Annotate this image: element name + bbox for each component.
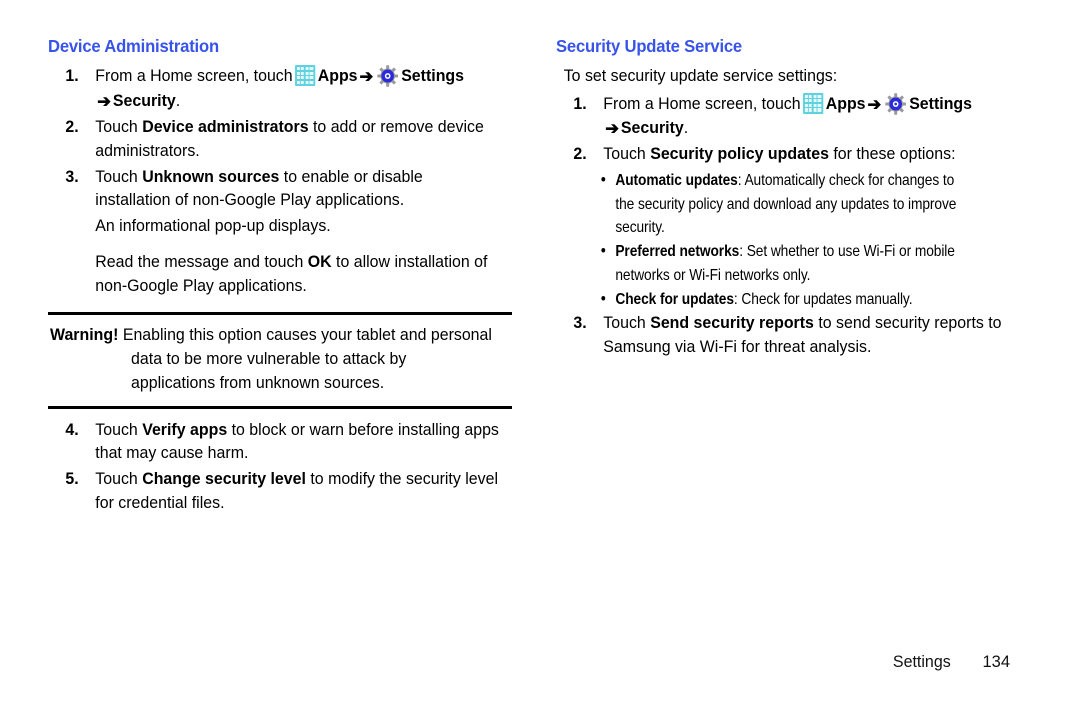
step-item: 2. Touch Device administrators to add or…: [48, 116, 502, 164]
period: .: [175, 91, 181, 110]
warning-callout: Warning! Enabling this option causes you…: [48, 312, 512, 409]
bullet-dot-icon: •: [600, 241, 606, 261]
step-bold-term: Unknown sources: [142, 167, 280, 186]
step-note-read-message: Read the message and touch OK to allow i…: [48, 251, 502, 299]
left-column: Device Administration 1. From a Home scr…: [48, 36, 518, 518]
option-description: : Check for updates manually.: [733, 291, 913, 309]
step-item: 3. Touch Send security reports to send s…: [556, 312, 1008, 360]
step-number: 4.: [65, 420, 79, 439]
page-title-security-update-service: Security Update Service: [556, 36, 742, 56]
step-text: From a Home screen, touch: [95, 67, 293, 86]
settings-label: Settings: [909, 94, 973, 113]
step-text: From a Home screen, touch: [603, 94, 801, 113]
option-name: Preferred networks: [615, 243, 740, 261]
manual-page: Device Administration 1. From a Home scr…: [0, 0, 1080, 720]
section-intro: To set security update service settings:: [563, 67, 838, 86]
apps-label: Apps: [317, 67, 358, 86]
right-arrow-icon: ➔: [605, 119, 619, 139]
step-body: Touch Verify apps to block or warn befor…: [95, 419, 501, 467]
right-arrow-icon: ➔: [359, 67, 374, 87]
step-item: 1. From a Home screen, touch Apps ➔ Sett…: [48, 65, 502, 114]
step-item: 1. From a Home screen, touch Apps ➔ Sett…: [556, 92, 1008, 142]
right-arrow-icon: ➔: [867, 94, 882, 114]
step-number: 5.: [65, 470, 79, 489]
bullet-dot-icon: •: [600, 170, 606, 190]
step-body: From a Home screen, touch Apps ➔ Setting…: [95, 65, 501, 114]
apps-label: Apps: [825, 94, 866, 113]
step-item: 3. Touch Unknown sources to enable or di…: [48, 166, 502, 214]
step-number: 2.: [573, 145, 587, 164]
step-number: 3.: [65, 167, 79, 186]
apps-grid-icon: [294, 65, 315, 87]
list-item: • Preferred networks: Set whether to use…: [556, 240, 958, 287]
warning-label: Warning!: [50, 326, 119, 345]
step-body: Touch Device administrators to add or re…: [95, 116, 501, 164]
list-item: • Check for updates: Check for updates m…: [556, 288, 958, 311]
step-text-prefix: Touch: [95, 420, 143, 439]
right-column: Security Update Service To set security …: [556, 36, 1024, 362]
step-text-prefix: Touch: [603, 145, 651, 164]
step-item: 4. Touch Verify apps to block or warn be…: [48, 419, 502, 467]
step-second-line: ➔ Security.: [603, 117, 1007, 141]
step-body: Touch Unknown sources to enable or disab…: [95, 166, 501, 214]
apps-grid-icon: [802, 92, 823, 114]
step-bold-term: Send security reports: [650, 314, 814, 333]
step-body: Touch Send security reports to send secu…: [603, 312, 1007, 360]
step-text-suffix: for these options:: [828, 145, 956, 164]
step-number: 1.: [65, 67, 79, 86]
bullet-dot-icon: •: [600, 289, 606, 309]
step-body: From a Home screen, touch Apps ➔ Setting…: [603, 92, 1007, 142]
option-name: Check for updates: [615, 291, 734, 309]
gear-icon: [377, 65, 399, 87]
footer-page-number: 134: [982, 653, 1010, 671]
step-text-prefix: Touch: [603, 314, 651, 333]
warning-body: Warning! Enabling this option causes you…: [48, 315, 512, 405]
step-number: 2.: [65, 118, 79, 137]
note-prefix: Read the message and touch: [95, 252, 308, 271]
warning-text: Warning! Enabling this option causes you…: [50, 324, 492, 395]
settings-label: Settings: [401, 67, 465, 86]
step-text-prefix: Touch: [95, 167, 143, 186]
warning-message: Enabling this option causes your tablet …: [118, 326, 492, 392]
step-body: Touch Security policy updates for these …: [603, 143, 1007, 167]
step-number: 3.: [573, 314, 587, 333]
step-item: 5. Touch Change security level to modify…: [48, 468, 502, 516]
ok-button-label: OK: [307, 252, 332, 271]
security-label: Security: [112, 91, 176, 110]
step-body: Touch Change security level to modify th…: [95, 468, 501, 516]
step-bold-term: Verify apps: [142, 420, 228, 439]
warning-bottom-rule: [48, 405, 512, 409]
right-arrow-icon: ➔: [97, 91, 111, 111]
list-item: • Automatic updates: Automatically check…: [556, 169, 958, 239]
security-label: Security: [620, 119, 684, 138]
gear-icon: [885, 92, 907, 115]
step-bold-term: Change security level: [142, 470, 306, 489]
step-bold-term: Device administrators: [142, 118, 309, 137]
step-bold-term: Security policy updates: [650, 145, 829, 164]
step-second-line: ➔ Security.: [95, 90, 501, 114]
period: .: [683, 119, 689, 138]
step-text-prefix: Touch: [95, 470, 143, 489]
step-number: 1.: [573, 94, 587, 113]
option-name: Automatic updates: [615, 172, 738, 190]
step-item: 2. Touch Security policy updates for the…: [556, 143, 1008, 167]
step-text-prefix: Touch: [95, 118, 143, 137]
page-title-device-administration: Device Administration: [48, 36, 219, 56]
step-note-popup: An informational pop-up displays.: [95, 217, 331, 236]
footer-section-name: Settings: [893, 653, 952, 671]
page-footer: Settings 134: [0, 653, 1010, 672]
